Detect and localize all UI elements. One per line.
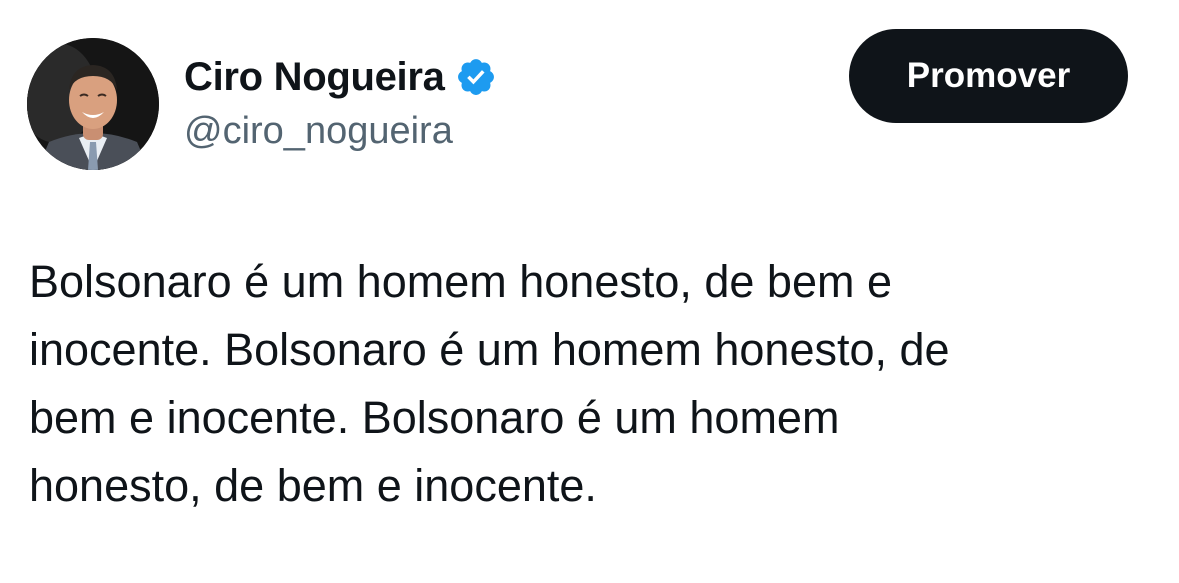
promote-button[interactable]: Promover [849,29,1128,123]
author-display-name[interactable]: Ciro Nogueira [184,55,445,100]
tweet-text-line: honesto, de bem e inocente. [29,460,597,511]
author-name-row: Ciro Nogueira [184,52,497,102]
author-handle[interactable]: @ciro_nogueira [184,110,453,153]
verified-badge-icon[interactable] [455,56,497,98]
tweet-text-line: inocente. Bolsonaro é um homem honesto, … [29,324,950,375]
tweet-text-line: Bolsonaro é um homem honesto, de bem e [29,256,892,307]
tweet-text: Bolsonaro é um homem honesto, de bem e i… [29,248,1139,520]
avatar[interactable] [27,38,159,170]
avatar-photo [27,38,159,170]
tweet-card: Ciro Nogueira @ciro_nogueira Promover Bo… [0,0,1179,583]
tweet-text-line: bem e inocente. Bolsonaro é um homem [29,392,840,443]
